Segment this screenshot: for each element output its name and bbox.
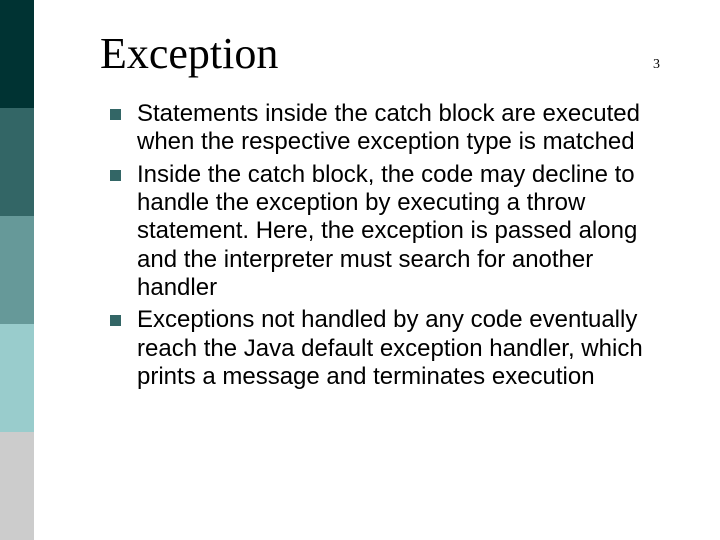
sidebar-accent	[0, 0, 34, 540]
bullet-text: Inside the catch block, the code may dec…	[137, 161, 668, 303]
bullet-item: Inside the catch block, the code may dec…	[110, 161, 668, 303]
bullet-text: Statements inside the catch block are ex…	[137, 100, 668, 157]
bullet-item: Exceptions not handled by any code event…	[110, 306, 668, 391]
bullet-marker-icon	[110, 170, 121, 181]
bullet-text: Exceptions not handled by any code event…	[137, 306, 668, 391]
slide-title: Exception	[100, 28, 278, 79]
bullet-marker-icon	[110, 315, 121, 326]
sidebar-seg-2	[0, 216, 34, 324]
sidebar-seg-4	[0, 432, 34, 540]
bullet-item: Statements inside the catch block are ex…	[110, 100, 668, 157]
bullet-marker-icon	[110, 109, 121, 120]
slide-body: Statements inside the catch block are ex…	[110, 100, 668, 395]
title-row: Exception 3	[100, 28, 660, 79]
sidebar-seg-0	[0, 0, 34, 108]
sidebar-seg-1	[0, 108, 34, 216]
sidebar-seg-3	[0, 324, 34, 432]
slide: Exception 3 Statements inside the catch …	[0, 0, 720, 540]
slide-number: 3	[653, 57, 660, 73]
